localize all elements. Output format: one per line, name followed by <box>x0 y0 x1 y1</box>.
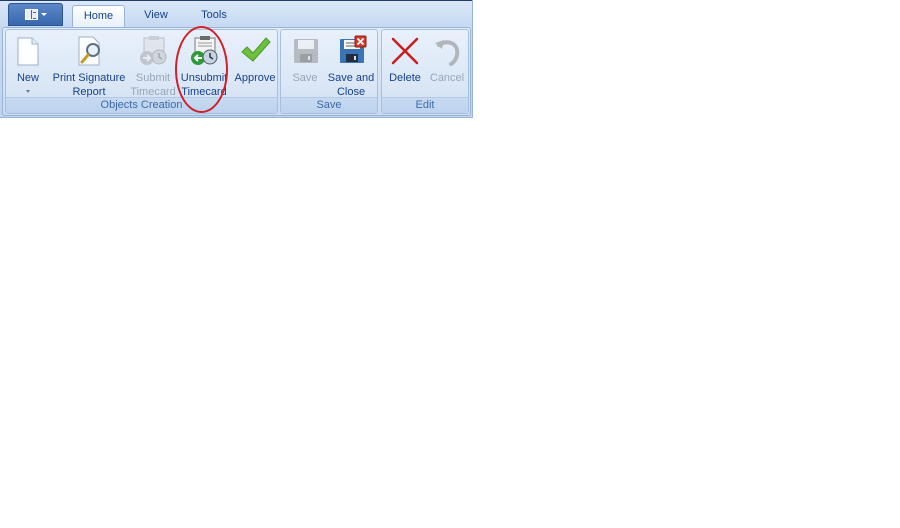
approve-button[interactable]: Approve <box>232 32 278 98</box>
unsubmit-timecard-button[interactable]: Unsubmit Timecard <box>178 32 230 98</box>
group-label-edit: Edit <box>382 97 468 113</box>
ribbon-panel-home: New Print Signature Report Submit Timeca… <box>2 27 471 116</box>
new-label: New <box>16 72 39 84</box>
ribbon-tab-bar: Home View Tools <box>0 0 472 28</box>
ribbon: Home View Tools New Print Signature Repo… <box>0 0 473 118</box>
submit-timecard-icon <box>140 36 167 65</box>
new-document-icon <box>17 37 39 66</box>
print-preview-icon <box>78 36 100 66</box>
new-button[interactable]: New <box>8 32 48 98</box>
group-label-save: Save <box>281 97 377 113</box>
chevron-down-icon <box>26 90 30 93</box>
unsubmit-timecard-label: Unsubmit Timecard <box>180 72 228 98</box>
group-objects-creation: New Print Signature Report Submit Timeca… <box>5 29 278 114</box>
submit-timecard-button[interactable]: Submit Timecard <box>130 32 176 98</box>
tab-home[interactable]: Home <box>72 5 125 28</box>
group-save: Save Save and Close Save <box>280 29 378 114</box>
cancel-label: Cancel <box>429 72 465 84</box>
print-signature-report-button[interactable]: Print Signature Report <box>50 32 128 98</box>
tab-tools[interactable]: Tools <box>190 5 238 28</box>
app-menu-icon <box>24 9 38 20</box>
cancel-button[interactable]: Cancel <box>426 32 468 98</box>
checkmark-icon <box>241 37 271 62</box>
application-menu-button[interactable] <box>8 3 63 26</box>
chevron-down-icon <box>40 13 47 16</box>
unsubmit-timecard-icon <box>191 36 218 65</box>
delete-icon <box>391 37 419 65</box>
save-label: Save <box>292 72 318 84</box>
save-button[interactable]: Save <box>284 32 326 98</box>
submit-timecard-label: Submit Timecard <box>130 72 176 98</box>
group-edit: Delete Cancel Edit <box>381 29 469 114</box>
save-and-close-button[interactable]: Save and Close <box>326 32 376 98</box>
approve-label: Approve <box>234 72 276 84</box>
print-signature-report-label: Print Signature Report <box>52 72 126 98</box>
save-icon <box>294 39 318 63</box>
save-and-close-label: Save and Close <box>327 72 375 98</box>
group-label-objects-creation: Objects Creation <box>6 97 277 113</box>
delete-button[interactable]: Delete <box>384 32 426 98</box>
save-close-icon <box>340 35 367 63</box>
undo-icon <box>435 40 460 66</box>
delete-label: Delete <box>389 72 421 84</box>
tab-view[interactable]: View <box>134 5 178 28</box>
